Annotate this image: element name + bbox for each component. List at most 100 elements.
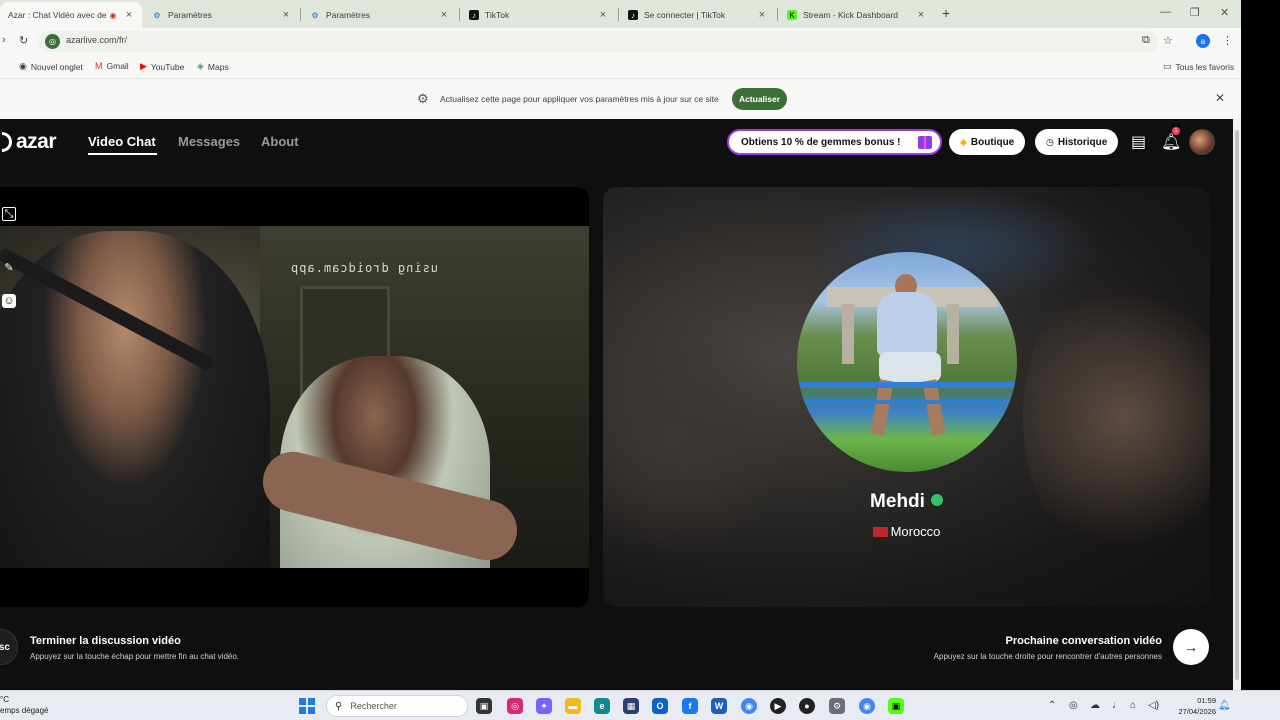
esc-key-button[interactable]: sc xyxy=(0,629,18,665)
tab-azar[interactable]: Azar : Chat Vidéo avec de n ◉ × xyxy=(0,2,142,28)
cloud-icon[interactable]: ☁ xyxy=(1090,700,1100,711)
bookmark-gmail[interactable]: M Gmail xyxy=(95,61,129,71)
back-icon[interactable]: › xyxy=(2,34,6,46)
bookmark-maps[interactable]: ◈ Maps xyxy=(197,61,229,72)
copilot-icon[interactable]: ✦ xyxy=(536,698,552,714)
bell-icon[interactable]: 🔔︎ xyxy=(1161,132,1181,152)
match-country: Morocco xyxy=(603,524,1210,539)
new-tab-button[interactable]: + xyxy=(942,5,950,21)
azar-logo[interactable]: azar xyxy=(2,129,57,155)
word-icon[interactable]: W xyxy=(711,698,727,714)
magic-wand-icon[interactable]: ✎ xyxy=(2,260,16,274)
close-infobar-icon[interactable]: ✕ xyxy=(1215,91,1225,105)
browser-window: Azar : Chat Vidéo avec de n ◉ × ⚙ Paramè… xyxy=(0,0,1241,690)
weather-widget[interactable]: °C emps dégagé xyxy=(0,694,48,716)
tab-settings-2[interactable]: ⚙ Paramètres × xyxy=(302,2,457,28)
edge-icon[interactable]: e xyxy=(594,698,610,714)
bookmark-label: Nouvel onglet xyxy=(30,61,83,72)
bookmark-label: Tous les favoris xyxy=(1175,61,1235,72)
bookmark-youtube[interactable]: ▶ YouTube xyxy=(140,61,184,72)
scrollbar-thumb[interactable] xyxy=(1235,130,1239,680)
tab-kick[interactable]: K Stream - Kick Dashboard × xyxy=(779,2,934,28)
address-bar[interactable]: ◎ azarlive.com/fr/ xyxy=(38,31,1158,52)
menu-icon[interactable]: ⋮ xyxy=(1222,34,1233,47)
camera-feed: using droidcam.app xyxy=(0,226,589,568)
photo-railing xyxy=(797,400,1017,404)
instagram-icon[interactable]: ◎ xyxy=(507,698,523,714)
close-tab-icon[interactable]: × xyxy=(124,9,134,21)
swap-view-icon[interactable]: ⤡ xyxy=(2,207,16,221)
close-tab-icon[interactable]: × xyxy=(757,9,767,21)
store-icon[interactable]: ▦ xyxy=(623,698,639,714)
photo-pillar xyxy=(947,304,959,364)
bookmark-label: Gmail xyxy=(106,61,129,71)
start-button[interactable] xyxy=(299,698,315,714)
chrome-profile-icon[interactable]: ◉ xyxy=(859,698,875,714)
inbox-icon[interactable]: ▤ xyxy=(1131,132,1146,152)
install-app-icon[interactable]: ⧉ xyxy=(1142,34,1150,47)
screen-margin xyxy=(1241,0,1280,690)
tab-title: Paramètres xyxy=(168,10,212,20)
tab-title: TikTok xyxy=(485,10,510,20)
droidcam-watermark: using droidcam.app xyxy=(290,261,439,275)
minimize-button[interactable]: — xyxy=(1160,6,1171,18)
bookmark-star-icon[interactable]: ☆ xyxy=(1163,34,1173,47)
reload-page-button[interactable]: Actualiser xyxy=(732,88,787,110)
kick-app-icon[interactable]: ▣ xyxy=(888,698,904,714)
notification-icon[interactable]: 🔔︎ xyxy=(1218,700,1231,711)
folder-icon: ▭ xyxy=(1163,61,1172,71)
bookmark-new-tab[interactable]: ◉ Nouvel onglet xyxy=(19,61,83,72)
tab-tiktok[interactable]: ♪ TikTok × xyxy=(461,2,616,28)
volume-icon[interactable]: ◁) xyxy=(1148,700,1159,711)
file-explorer-icon[interactable]: ▬ xyxy=(565,698,581,714)
media-player-icon[interactable]: ▶ xyxy=(770,698,786,714)
tab-separator xyxy=(777,8,778,21)
azar-page: azar Video Chat Messages About Obtiens 1… xyxy=(0,119,1233,690)
tray-overflow-icon[interactable]: ⌃ xyxy=(1048,700,1056,711)
match-profile-photo xyxy=(797,252,1017,472)
tab-tiktok-login[interactable]: ♪ Se connecter | TikTok × xyxy=(620,2,775,28)
tab-separator xyxy=(459,8,460,21)
bookmark-label: Maps xyxy=(207,61,229,72)
maximize-button[interactable]: ❐ xyxy=(1190,6,1200,19)
settings-icon[interactable]: ⚙ xyxy=(829,698,845,714)
close-tab-icon[interactable]: × xyxy=(439,9,449,21)
nav-messages[interactable]: Messages xyxy=(178,134,240,149)
chrome-icon[interactable]: ◉ xyxy=(741,698,757,714)
recording-icon: ◉ xyxy=(109,10,117,20)
user-avatar[interactable] xyxy=(1189,129,1215,155)
profile-avatar[interactable]: a xyxy=(1196,34,1210,48)
outlook-icon[interactable]: O xyxy=(652,698,668,714)
sticker-icon[interactable]: ☺ xyxy=(2,294,16,308)
nav-video-chat[interactable]: Video Chat xyxy=(88,134,156,149)
close-tab-icon[interactable]: × xyxy=(281,9,291,21)
shop-button[interactable]: ◆ Boutique xyxy=(949,129,1026,155)
tab-separator xyxy=(300,8,301,21)
logo-mark xyxy=(2,132,12,152)
taskbar-search[interactable]: ⚲ Rechercher xyxy=(326,695,468,717)
obs-icon[interactable]: ● xyxy=(799,698,815,714)
microphone-icon[interactable]: ♩ xyxy=(1112,700,1122,711)
close-window-button[interactable]: ✕ xyxy=(1220,6,1229,19)
tab-settings-1[interactable]: ⚙ Paramètres × xyxy=(144,2,299,28)
tray-app-icon[interactable]: ◎ xyxy=(1069,700,1078,711)
site-info-icon[interactable]: ◎ xyxy=(45,34,60,49)
facebook-icon[interactable]: f xyxy=(682,698,698,714)
country-text: Morocco xyxy=(890,524,941,539)
clock-date: 27/04/2026 xyxy=(1178,707,1216,716)
close-tab-icon[interactable]: × xyxy=(598,9,608,21)
task-view-icon[interactable]: ▣ xyxy=(476,698,492,714)
taskbar-clock[interactable]: 01:59 27/04/2026 xyxy=(1170,695,1216,717)
browser-toolbar: › ↻ ◎ azarlive.com/fr/ ⧉ ☆ ⋮ xyxy=(0,28,1241,55)
gem-promo-button[interactable]: Obtiens 10 % de gemmes bonus ! xyxy=(727,129,942,155)
youtube-icon: ▶ xyxy=(140,61,147,71)
network-icon[interactable]: ⌂ xyxy=(1130,700,1136,711)
weather-temp: °C xyxy=(0,695,9,704)
next-chat-button[interactable]: → xyxy=(1173,629,1209,665)
all-bookmarks[interactable]: ▭ Tous les favoris xyxy=(1163,61,1234,72)
nav-about[interactable]: About xyxy=(261,134,299,149)
close-tab-icon[interactable]: × xyxy=(916,9,926,21)
reload-icon[interactable]: ↻ xyxy=(19,34,28,47)
tab-strip: Azar : Chat Vidéo avec de n ◉ × ⚙ Paramè… xyxy=(0,0,1241,28)
history-button[interactable]: ◷ Historique xyxy=(1035,129,1119,155)
